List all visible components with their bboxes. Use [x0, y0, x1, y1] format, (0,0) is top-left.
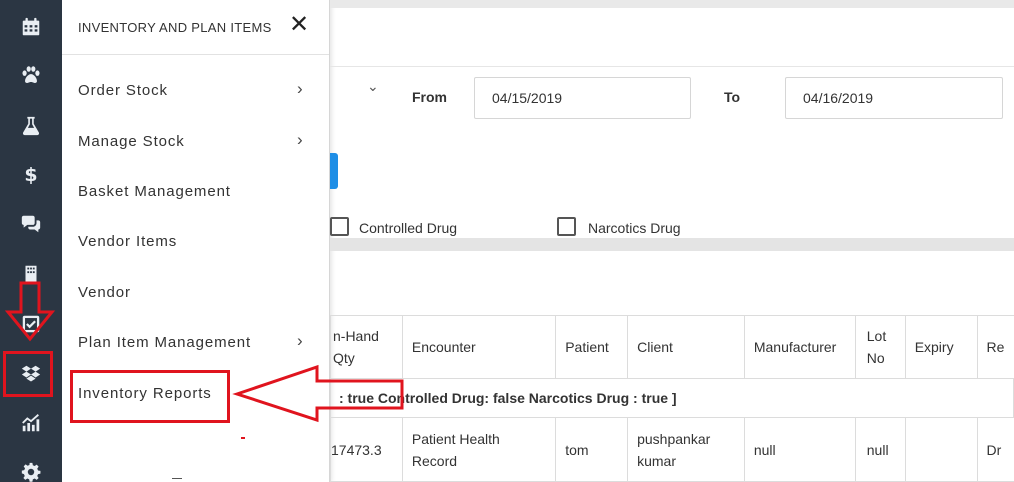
column-header-encounter[interactable]: Encounter: [401, 315, 557, 379]
menu-item-basket-management[interactable]: Basket Management: [62, 170, 329, 214]
cell-manufacturer: null: [743, 417, 856, 482]
from-date-input[interactable]: [474, 77, 691, 119]
section-separator: [330, 238, 1014, 251]
chart-icon[interactable]: [18, 410, 44, 436]
table-row[interactable]: 17473.3 Patient Health Record tom pushpan…: [330, 417, 1014, 482]
flyout-title: INVENTORY AND PLAN ITEMS: [78, 20, 272, 35]
menu-item-label: Plan Item Management: [78, 334, 252, 351]
dropdown-chevron-down-icon[interactable]: ⌄: [367, 78, 379, 95]
cell-expiry: [904, 417, 978, 482]
menu-item-manage-stock[interactable]: Manage Stock ›: [62, 120, 329, 164]
menu-item-label: Vendor Items: [78, 233, 178, 250]
to-label: To: [724, 89, 741, 105]
main-content: ⌄ From To Controlled Drug Narcotics Drug…: [330, 0, 1014, 482]
chevron-right-icon: ›: [297, 331, 303, 350]
column-header-onhand-qty[interactable]: n-Hand Qty: [330, 315, 403, 379]
menu-item-vendor[interactable]: Vendor: [62, 271, 329, 315]
menu-item-label: Manage Stock: [78, 133, 185, 150]
building-icon[interactable]: [18, 261, 44, 287]
dollar-icon[interactable]: $: [18, 162, 44, 188]
menu-item-label: Basket Management: [78, 183, 231, 200]
menu-item-label: Order Stock: [78, 82, 168, 99]
menu-item-plan-item-management[interactable]: Plan Item Management ›: [62, 321, 329, 365]
group-row-label: : true Controlled Drug: false Narcotics …: [330, 378, 1014, 418]
column-header-re[interactable]: Re: [976, 315, 1014, 379]
controlled-drug-label: Controlled Drug: [359, 220, 458, 236]
chevron-right-icon: ›: [297, 130, 303, 149]
highlight-box-dropbox-icon: [3, 351, 53, 397]
column-header-patient[interactable]: Patient: [555, 315, 629, 379]
cell-lot-no: null: [854, 417, 906, 482]
calendar-icon[interactable]: [18, 14, 44, 40]
highlight-box-inventory-reports: [70, 370, 230, 423]
cell-client: pushpankar kumar: [627, 417, 745, 482]
menu-item-order-stock[interactable]: Order Stock ›: [62, 69, 329, 113]
gear-icon[interactable]: [18, 459, 44, 482]
to-date-input[interactable]: [785, 77, 1003, 119]
cell-encounter: Patient Health Record: [401, 417, 557, 482]
paw-icon[interactable]: [18, 62, 44, 88]
cell-onhand-qty: 17473.3: [330, 417, 403, 482]
cell-patient: tom: [555, 417, 629, 482]
menu-item-label: Vendor: [78, 284, 131, 301]
chevron-right-icon: ›: [297, 79, 303, 98]
menu-item-vendor-items[interactable]: Vendor Items: [62, 220, 329, 264]
inventory-report-table: n-Hand Qty Encounter Patient Client Manuf…: [330, 315, 1014, 482]
checkbox-icon[interactable]: [18, 311, 44, 337]
cell-re: Dr: [976, 417, 1014, 482]
flask-icon[interactable]: [18, 113, 44, 139]
narcotics-drug-label: Narcotics Drug: [588, 220, 681, 236]
top-bar: [330, 0, 1014, 8]
controlled-drug-checkbox[interactable]: [330, 217, 349, 236]
table-header-row: n-Hand Qty Encounter Patient Client Manuf…: [330, 315, 1014, 379]
close-icon[interactable]: ✕: [288, 13, 310, 37]
column-header-manufacturer[interactable]: Manufacturer: [743, 315, 856, 379]
flyout-header: INVENTORY AND PLAN ITEMS ✕: [62, 0, 329, 55]
narcotics-drug-checkbox[interactable]: [557, 217, 576, 236]
cursor-mark: [172, 478, 182, 482]
column-header-client[interactable]: Client: [627, 315, 745, 379]
search-button[interactable]: [330, 153, 338, 189]
chat-icon[interactable]: [18, 211, 44, 237]
divider: [330, 66, 1014, 67]
from-label: From: [412, 89, 447, 105]
annotation-mark: [241, 437, 245, 439]
group-row: : true Controlled Drug: false Narcotics …: [330, 378, 1014, 418]
sidebar-rail: $: [0, 0, 62, 482]
column-header-expiry[interactable]: Expiry: [904, 315, 978, 379]
column-header-lot-no[interactable]: Lot No: [854, 315, 906, 379]
